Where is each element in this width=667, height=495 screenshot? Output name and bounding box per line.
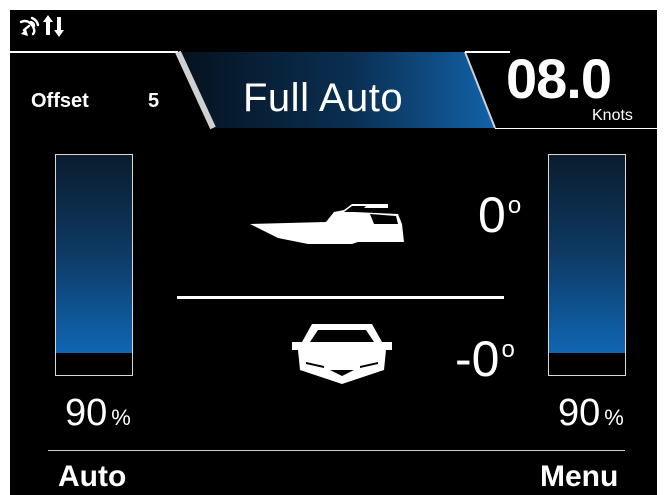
- pitch-number: 0: [478, 187, 506, 243]
- left-trim-tab-percent: 90%: [65, 392, 131, 435]
- display-screen: Offset 5 Full Auto 08.0 Knots 90% 90% 0o: [10, 10, 657, 495]
- boat-side-icon: [248, 202, 408, 253]
- left-trim-tab-bar: [55, 154, 133, 376]
- speed-unit: Knots: [592, 107, 633, 124]
- right-trim-tab-unit: %: [604, 405, 624, 430]
- left-trim-tab-unit: %: [111, 405, 131, 430]
- footer-divider: [48, 450, 625, 451]
- right-trim-tab-bar: [548, 154, 626, 376]
- speed-underline: [495, 128, 657, 129]
- roll-degree-symbol: o: [501, 336, 515, 363]
- menu-softkey[interactable]: Menu: [540, 460, 618, 494]
- pitch-value: 0o: [478, 186, 521, 244]
- boat-front-icon: [290, 318, 394, 391]
- offset-value: 5: [148, 90, 160, 112]
- mode-label: Full Auto: [243, 76, 404, 120]
- right-trim-tab-percent: 90%: [558, 392, 624, 435]
- auto-softkey[interactable]: Auto: [58, 460, 126, 494]
- left-trim-tab-empty: [56, 353, 132, 375]
- roll-number: -0: [455, 331, 500, 387]
- offset-label: Offset: [31, 90, 89, 112]
- roll-value: -0o: [455, 330, 515, 388]
- pitch-degree-symbol: o: [507, 192, 522, 219]
- right-trim-tab-value: 90: [558, 392, 601, 434]
- center-divider: [177, 296, 504, 299]
- right-trim-tab-empty: [549, 353, 625, 375]
- left-trim-tab-value: 90: [65, 392, 108, 434]
- speed-value: 08.0: [506, 47, 612, 110]
